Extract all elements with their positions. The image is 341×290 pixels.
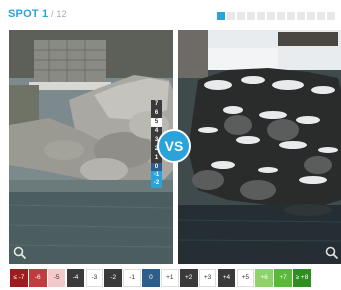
rating-option[interactable]: -3 (85, 269, 104, 287)
header: SPOT 1 / 12 (0, 0, 341, 26)
pager-dot[interactable] (307, 12, 315, 20)
rating-option[interactable]: -4 (66, 269, 85, 287)
pager-dot[interactable] (317, 12, 325, 20)
rating-option[interactable]: +5 (236, 269, 255, 287)
rating-option[interactable]: -1 (123, 269, 141, 287)
rating-option[interactable]: +2 (179, 269, 198, 287)
pager-dot[interactable] (247, 12, 255, 20)
vertical-scale-tick[interactable]: -2 (151, 179, 162, 188)
rating-option[interactable]: +1 (161, 269, 179, 287)
rating-option[interactable]: +3 (198, 269, 217, 287)
spot-pager (217, 12, 335, 20)
spot-label: SPOT 1 (8, 8, 49, 20)
vertical-scale-tick[interactable]: 5 (151, 118, 162, 127)
rating-option[interactable]: +6 (255, 269, 274, 287)
rating-option[interactable]: +7 (274, 269, 292, 287)
pager-dot[interactable] (287, 12, 295, 20)
pager-dot[interactable] (237, 12, 245, 20)
rating-option[interactable]: 0 (142, 269, 160, 287)
rating-scale: ≤ -7 -6 -5 -4 -3 -2 -1 0 +1 +2 +3 +4 +5 +6 +7 ≥ +8 (10, 269, 312, 287)
pager-dot[interactable] (267, 12, 275, 20)
right-photo[interactable] (178, 30, 341, 264)
vertical-scale-tick[interactable]: 7 (151, 100, 162, 109)
rating-option[interactable]: -6 (28, 269, 47, 287)
magnifier-icon[interactable] (13, 246, 27, 260)
left-photo[interactable] (9, 30, 173, 264)
rating-option[interactable]: +4 (217, 269, 236, 287)
vs-badge: VS (157, 129, 191, 163)
rating-option[interactable]: -5 (47, 269, 66, 287)
pager-dot[interactable] (257, 12, 265, 20)
pager-dot[interactable] (297, 12, 305, 20)
vertical-scale-tick[interactable]: 6 (151, 109, 162, 118)
magnifier-icon[interactable] (325, 246, 339, 260)
pager-dot[interactable] (217, 12, 225, 20)
pager-dot[interactable] (327, 12, 335, 20)
rating-option[interactable]: -2 (104, 269, 123, 287)
spot-total: / 12 (48, 9, 67, 19)
pager-dot[interactable] (277, 12, 285, 20)
rating-option[interactable]: ≥ +8 (293, 269, 311, 287)
spot-title: SPOT 1 / 12 (8, 8, 67, 20)
pager-dot[interactable] (227, 12, 235, 20)
rating-option[interactable]: ≤ -7 (10, 269, 28, 287)
